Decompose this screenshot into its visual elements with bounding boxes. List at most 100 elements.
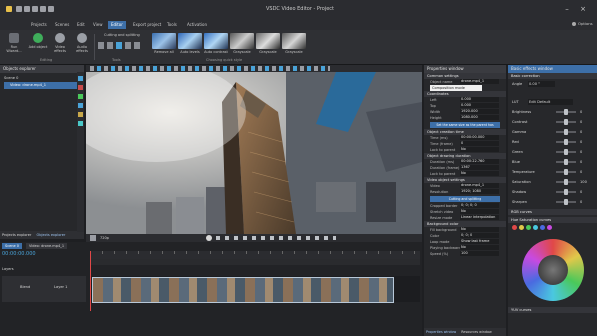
menu-edit[interactable]: Edit: [74, 21, 88, 29]
cutting-splitting-button[interactable]: Cutting and splitting: [430, 196, 500, 202]
prop-value[interactable]: No: [460, 227, 499, 232]
slider-knob[interactable]: [564, 189, 568, 195]
color-swatch[interactable]: [526, 225, 531, 230]
effect-value[interactable]: 0: [580, 197, 582, 207]
prop-value[interactable]: 100: [460, 251, 499, 256]
save-icon[interactable]: [32, 6, 38, 12]
prop-value[interactable]: Linear interpolation: [460, 215, 499, 220]
tab-projects-explorer[interactable]: Projects explorer: [0, 233, 33, 237]
effect-value[interactable]: 0: [580, 107, 582, 117]
prop-value[interactable]: 1920; 1080: [460, 189, 499, 194]
audio-tool-icon[interactable]: [78, 112, 83, 117]
prop-value[interactable]: 0: [460, 141, 499, 146]
minimize-button[interactable]: –: [560, 4, 574, 14]
play-button[interactable]: [206, 235, 212, 241]
prop-value[interactable]: 1080.000: [460, 115, 499, 120]
redo-icon[interactable]: [48, 6, 54, 12]
prop-value[interactable]: 0.000: [460, 97, 499, 102]
color-swatch[interactable]: [540, 225, 545, 230]
menu-tools[interactable]: Tools: [164, 21, 180, 29]
timeline-ruler[interactable]: [90, 251, 420, 259]
effect-value[interactable]: 100: [580, 177, 587, 187]
run-wizard-button[interactable]: Run Wizard...: [4, 33, 24, 53]
effect-slider[interactable]: [556, 139, 576, 145]
color-wheel[interactable]: [522, 239, 584, 301]
image-tool-icon[interactable]: [78, 103, 83, 108]
canvas-tool-icons[interactable]: [90, 66, 330, 71]
angle-input[interactable]: 0.00 °: [528, 81, 555, 87]
quick-style-auto-contrast[interactable]: [204, 33, 228, 49]
layer-track[interactable]: [90, 276, 420, 303]
prop-value[interactable]: drone.mp4_1: [460, 183, 499, 188]
effect-slider[interactable]: [556, 199, 576, 205]
color-swatch[interactable]: [519, 225, 524, 230]
effect-value[interactable]: 0: [580, 147, 582, 157]
prop-value[interactable]: 1367: [460, 165, 499, 170]
effect-slider[interactable]: [556, 149, 576, 155]
scene-tab[interactable]: Scene 0: [2, 243, 23, 249]
effect-value[interactable]: 0: [580, 157, 582, 167]
transport-controls[interactable]: [216, 236, 336, 240]
yuv-curves-section[interactable]: YUV curves: [508, 307, 597, 313]
options-gear-icon[interactable]: [572, 22, 576, 26]
menu-view[interactable]: View: [90, 21, 106, 29]
new-project-icon[interactable]: [16, 6, 22, 12]
open-icon[interactable]: [24, 6, 30, 12]
menu-scenes[interactable]: Scenes: [52, 21, 72, 29]
text-tool-icon[interactable]: [78, 85, 83, 90]
effect-value[interactable]: 0: [580, 137, 582, 147]
effect-value[interactable]: 0: [580, 167, 582, 177]
prop-value[interactable]: 00:00:00.000: [460, 135, 499, 140]
effect-slider[interactable]: [556, 109, 576, 115]
quick-style-auto-levels[interactable]: [178, 33, 202, 49]
close-button[interactable]: ×: [576, 4, 590, 14]
shape-tool-icon[interactable]: [78, 94, 83, 99]
prop-value[interactable]: 0.000: [460, 103, 499, 108]
prop-value[interactable]: Show last frame: [460, 239, 499, 244]
same-size-button[interactable]: Set the same size as the parent has: [430, 122, 500, 128]
menu-projects[interactable]: Projects: [28, 21, 50, 29]
prop-value[interactable]: No: [460, 171, 499, 176]
tree-item-scene[interactable]: Scene 0: [4, 75, 80, 82]
prop-value[interactable]: 0; 0; 0; 0: [460, 203, 499, 208]
slider-knob[interactable]: [564, 169, 568, 175]
tab-properties-window[interactable]: Properties window: [424, 330, 458, 334]
quick-style-grayscale-2[interactable]: [256, 33, 280, 49]
video-preview[interactable]: [86, 72, 422, 234]
slider-knob[interactable]: [564, 129, 568, 135]
effect-value[interactable]: 0: [580, 187, 582, 197]
rgb-curves-section[interactable]: RGB curves: [508, 209, 597, 215]
effect-slider[interactable]: [556, 179, 576, 185]
tree-item-video[interactable]: Video: drone.mp4_1: [4, 82, 80, 89]
effect-value[interactable]: 0: [580, 117, 582, 127]
quick-style-grayscale-1[interactable]: [230, 33, 254, 49]
effect-slider[interactable]: [556, 189, 576, 195]
slider-knob[interactable]: [564, 139, 568, 145]
quick-style-remove-all[interactable]: [152, 33, 176, 49]
zoom-level[interactable]: 720p: [100, 235, 109, 241]
tab-objects-explorer[interactable]: Objects explorer: [35, 233, 68, 237]
cursor-tool-icon[interactable]: [78, 76, 83, 81]
menu-export-project[interactable]: Export project: [130, 21, 164, 29]
video-tool-icon[interactable]: [78, 121, 83, 126]
prop-value[interactable]: 0; 0; 0: [460, 233, 499, 238]
tab-resources-window[interactable]: Resources window: [459, 330, 493, 334]
quick-style-grayscale-3[interactable]: [282, 33, 306, 49]
slider-knob[interactable]: [564, 199, 568, 205]
video-clip[interactable]: [92, 277, 394, 303]
menu-editor[interactable]: Editor: [108, 21, 126, 29]
prop-value[interactable]: No: [460, 209, 499, 214]
effect-slider[interactable]: [556, 119, 576, 125]
audio-effects-button[interactable]: Audio effects: [72, 33, 92, 53]
add-object-button[interactable]: Add object: [28, 33, 48, 49]
color-swatch[interactable]: [547, 225, 552, 230]
effect-slider[interactable]: [556, 159, 576, 165]
slider-knob[interactable]: [564, 179, 568, 185]
lut-select[interactable]: Edit Default: [528, 99, 573, 105]
cutting-label[interactable]: Cutting and splitting: [104, 33, 140, 37]
slider-knob[interactable]: [564, 149, 568, 155]
tools-icons-row[interactable]: [98, 42, 142, 49]
prop-value[interactable]: No: [460, 147, 499, 152]
prop-value[interactable]: No: [460, 245, 499, 250]
effect-slider[interactable]: [556, 129, 576, 135]
